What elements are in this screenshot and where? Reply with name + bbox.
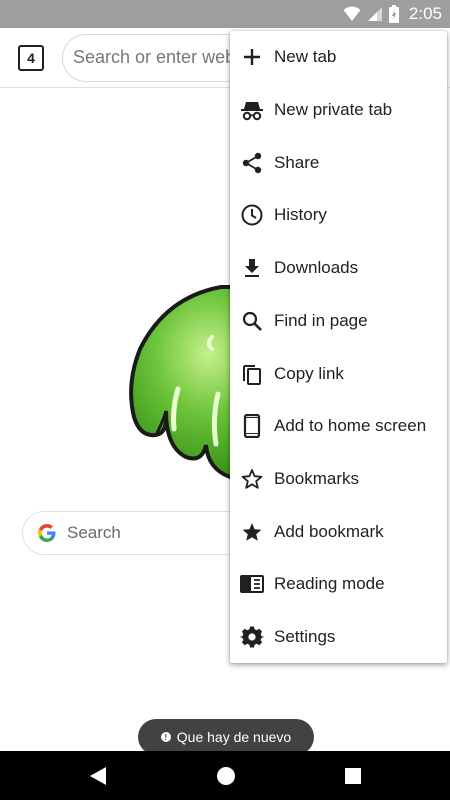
menu-item-label: Downloads: [274, 258, 359, 278]
menu-item-label: Reading mode: [274, 574, 385, 594]
google-g-icon: [38, 524, 56, 542]
plus-icon: [240, 45, 264, 69]
menu-item-add-to-home-screen[interactable]: Add to home screen: [230, 400, 447, 453]
home-icon[interactable]: [216, 765, 236, 787]
gear-icon: [240, 625, 264, 649]
wifi-icon: [343, 6, 361, 21]
menu-item-downloads[interactable]: Downloads: [230, 242, 447, 295]
menu-item-new-private-tab[interactable]: New private tab: [230, 84, 447, 137]
signal-icon: [367, 7, 382, 21]
ntp-search-placeholder: Search: [67, 523, 121, 542]
menu-item-label: Copy link: [274, 363, 344, 383]
menu-item-label: Find in page: [274, 310, 368, 330]
menu-item-add-bookmark[interactable]: Add bookmark: [230, 505, 447, 558]
menu-item-reading-mode[interactable]: Reading mode: [230, 558, 447, 611]
back-icon[interactable]: [88, 765, 108, 787]
whats-new-label: Que hay de nuevo: [176, 729, 292, 745]
alert-icon: !: [160, 732, 171, 742]
status-icons: 2:05: [343, 0, 442, 28]
menu-item-find-in-page[interactable]: Find in page: [230, 295, 447, 348]
incognito-icon: [240, 98, 264, 122]
menu-item-label: New tab: [274, 47, 337, 67]
menu-item-label: Bookmarks: [274, 468, 360, 488]
menu-item-copy-link[interactable]: Copy link: [230, 347, 447, 400]
menu-item-label: Add bookmark: [274, 521, 384, 541]
status-time: 2:05: [408, 4, 442, 23]
menu-item-share[interactable]: Share: [230, 136, 447, 189]
search-icon: [240, 309, 264, 333]
menu-item-history[interactable]: History: [230, 189, 447, 242]
system-nav-bar: [0, 751, 450, 800]
recents-icon[interactable]: [343, 765, 363, 787]
menu-item-label: History: [274, 205, 327, 225]
whats-new-chip[interactable]: ! Que hay de nuevo: [138, 719, 314, 755]
share-icon: [240, 151, 264, 175]
copy-icon: [240, 362, 264, 386]
tab-switcher-button[interactable]: 4: [18, 45, 44, 71]
menu-item-label: Share: [274, 152, 320, 172]
clock-icon: [240, 203, 264, 227]
battery-icon: [388, 5, 399, 23]
overflow-menu: New tab New private tab Share History Do…: [230, 31, 447, 663]
menu-item-label: New private tab: [274, 100, 393, 120]
browser-screen: 2:05 4 Search or enter web address Searc…: [0, 0, 450, 800]
menu-item-bookmarks[interactable]: Bookmarks: [230, 453, 447, 506]
phone-icon: [240, 414, 264, 439]
tab-count-label: 4: [27, 50, 35, 66]
menu-item-label: Add to home screen: [274, 416, 427, 436]
download-icon: [240, 256, 264, 280]
star-outline-icon: [240, 467, 264, 491]
star-filled-icon: [240, 520, 264, 544]
menu-item-label: Settings: [274, 627, 336, 647]
menu-item-new-tab[interactable]: New tab: [230, 31, 447, 84]
reading-mode-icon: [240, 572, 264, 596]
status-bar: 2:05: [0, 0, 450, 28]
menu-item-settings[interactable]: Settings: [230, 611, 447, 664]
